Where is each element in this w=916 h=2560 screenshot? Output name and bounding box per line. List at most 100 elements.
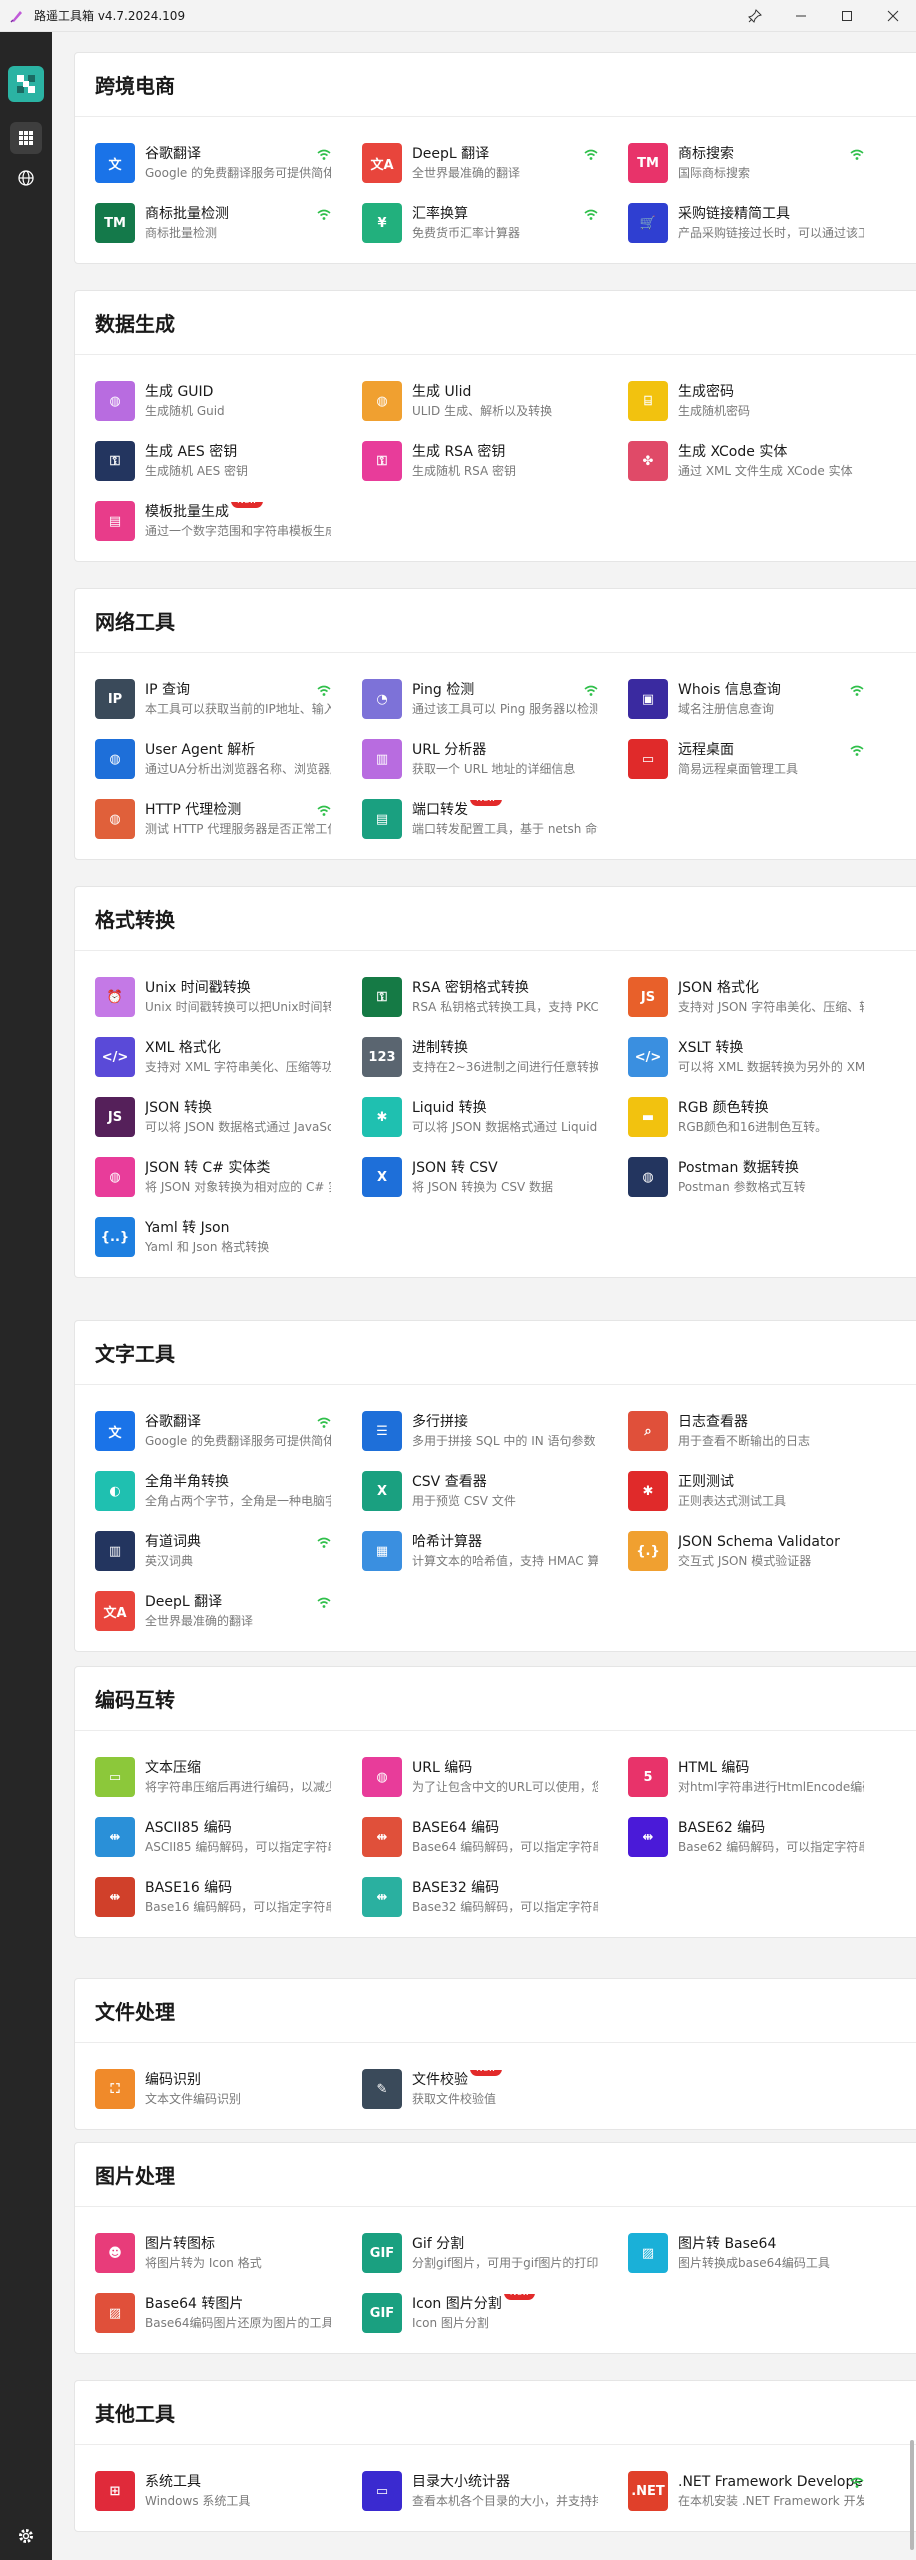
tool-item[interactable]: </> XSLT 转换 可以将 XML 数据转换为另外的 XML — [628, 1033, 868, 1081]
tool-item[interactable]: ⚿ 生成 RSA 密钥 生成随机 RSA 密钥 — [362, 437, 602, 485]
tool-item[interactable]: 文谷歌翻译 Google 的免费翻译服务可提供简体中文 — [95, 139, 335, 187]
tool-item[interactable]: ⊞ 系统工具 Windows 系统工具 — [95, 2467, 335, 2515]
tool-icon: ◔ — [362, 679, 402, 719]
tool-description: 支持在2~36进制之间进行任意转换 — [412, 1060, 598, 1074]
globe-icon[interactable] — [10, 162, 42, 194]
tool-item[interactable]: ⇹ BASE64 编码 Base64 编码解码，可以指定字符串编码 — [362, 1813, 602, 1861]
tool-item[interactable]: {.} JSON Schema Validator 交互式 JSON 模式验证器 — [628, 1527, 868, 1575]
tool-item[interactable]: JS JSON 转换可以将 JSON 数据格式通过 JavaScript — [95, 1093, 335, 1141]
tool-item[interactable]: ⇹ BASE62 编码 Base62 编码解码，可以指定字符串编码 — [628, 1813, 868, 1861]
tool-item[interactable]: ▭ 目录大小统计器 查看本机各个目录的大小，并支持排序 — [362, 2467, 602, 2515]
tool-item[interactable]: ◍ Postman 数据转换 Postman 参数格式互转 — [628, 1153, 868, 1201]
tool-item[interactable]: ◔ Ping 检测 通过该工具可以 Ping 服务器以检测 — [362, 675, 602, 723]
scrollbar-thumb[interactable] — [910, 2440, 914, 2550]
tool-icon: ▬ — [628, 1097, 668, 1137]
tool-item[interactable]: 文谷歌翻译 Google 的免费翻译服务可提供简体中文 — [95, 1407, 335, 1455]
section-file: 文件处理 ⛶ 编码识别文本文件编码识别 ✎ 文件校验New 获取文件校验值 — [74, 1978, 916, 2130]
tool-item[interactable]: ▤ 模板批量生成New 通过一个数字范围和字符串模板生成 — [95, 497, 335, 545]
wifi-icon — [850, 2474, 864, 2493]
tool-item[interactable]: ⏰ Unix 时间戳转换 Unix 时间戳转换可以把Unix时间转换 — [95, 973, 335, 1021]
maximize-button[interactable] — [824, 0, 870, 32]
pin-icon[interactable] — [732, 0, 778, 32]
tool-description: 正则表达式测试工具 — [678, 1494, 787, 1508]
minimize-button[interactable] — [778, 0, 824, 32]
tool-item[interactable]: ☰ 多行拼接 多用于拼接 SQL 中的 IN 语句参数 — [362, 1407, 602, 1455]
tool-item[interactable]: .NET .NET Framework Developer Pack 在本机安装 .… — [628, 2467, 868, 2515]
tool-description: 生成随机 AES 密钥 — [145, 464, 249, 478]
tool-name: User Agent 解析 — [145, 740, 331, 760]
close-button[interactable] — [870, 0, 916, 32]
tool-item[interactable]: ▨ 图片转 Base64 图片转换成base64编码工具 — [628, 2229, 868, 2277]
settings-gear-icon[interactable] — [10, 2520, 42, 2552]
tool-item[interactable]: ✤ 生成 XCode 实体 通过 XML 文件生成 XCode 实体 — [628, 437, 868, 485]
tool-name: DeepL 翻译 — [145, 1592, 331, 1612]
tool-item[interactable]: ▤ 端口转发New 端口转发配置工具，基于 netsh 命令 — [362, 795, 602, 843]
tool-name-text: JSON Schema Validator — [678, 1534, 840, 1550]
tool-item[interactable]: 5 HTML 编码 对html字符串进行HtmlEncode编码 — [628, 1753, 868, 1801]
tool-item[interactable]: GIFIcon 图片分割NewIcon 图片分割 — [362, 2289, 602, 2337]
tool-item[interactable]: 🛒 采购链接精简工具 产品采购链接过长时，可以通过该工具 — [628, 199, 868, 247]
tool-item[interactable]: ⇹ ASCII85 编码 ASCII85 编码解码，可以指定字符串编码 — [95, 1813, 335, 1861]
tool-item[interactable]: ◍ 生成 Ulid ULID 生成、解析以及转换 — [362, 377, 602, 425]
tool-item[interactable]: ▥ 有道词典 英汉词典 — [95, 1527, 335, 1575]
tool-item[interactable]: ▭ 文本压缩将字符串压缩后再进行编码，以减少文本 — [95, 1753, 335, 1801]
tool-item[interactable]: ▣ Whois 信息查询 域名注册信息查询 — [628, 675, 868, 723]
tool-item[interactable]: ▦ 哈希计算器 计算文本的哈希值，支持 HMAC 算法 — [362, 1527, 602, 1575]
tool-item[interactable]: TM 商标搜索 国际商标搜索 — [628, 139, 868, 187]
tool-item[interactable]: ☻ 图片转图标 将图片转为 Icon 格式 — [95, 2229, 335, 2277]
tool-description: Base32 编码解码，可以指定字符串编码 — [412, 1900, 598, 1914]
tool-item[interactable]: ✎ 文件校验New 获取文件校验值 — [362, 2065, 602, 2113]
tool-item[interactable]: ⛶ 编码识别 文本文件编码识别 — [95, 2065, 335, 2113]
tool-item[interactable]: TM 商标批量检测 商标批量检测 — [95, 199, 335, 247]
tool-item[interactable]: GIF Gif 分割 分割gif图片，可用于gif图片的打印 — [362, 2229, 602, 2277]
tool-item[interactable]: ⚿ 生成 AES 密钥 生成随机 AES 密钥 — [95, 437, 335, 485]
tool-item[interactable]: ⌕ 日志查看器 用于查看不断输出的日志 — [628, 1407, 868, 1455]
apps-grid-icon[interactable] — [10, 122, 42, 154]
tool-description: 全世界最准确的翻译 — [145, 1614, 254, 1628]
tool-name-text: RGB 颜色转换 — [678, 1100, 769, 1116]
tool-name-text: 模板批量生成 — [145, 504, 229, 520]
tool-name: RGB 颜色转换 — [678, 1098, 864, 1118]
tool-item[interactable]: </> XML 格式化 支持对 XML 字符串美化、压缩等功能 — [95, 1033, 335, 1081]
tool-item[interactable]: ▭ 远程桌面 简易远程桌面管理工具 — [628, 735, 868, 783]
tool-description: Yaml 和 Json 格式转换 — [145, 1240, 270, 1254]
tool-item[interactable]: ◍ URL 编码为了让包含中文的URL可以使用，您可以 — [362, 1753, 602, 1801]
tool-icon: ▤ — [362, 799, 402, 839]
new-badge: New — [503, 2294, 536, 2300]
tool-item[interactable]: ▨ Base64 转图片 Base64编码图片还原为图片的工具 — [95, 2289, 335, 2337]
tool-item[interactable]: ¥ 汇率换算 免费货币汇率计算器 — [362, 199, 602, 247]
tool-item[interactable]: JS JSON 格式化 支持对 JSON 字符串美化、压缩、转义 — [628, 973, 868, 1021]
tool-name: IP 查询 — [145, 680, 331, 700]
tool-item[interactable]: ⇹ BASE32 编码 Base32 编码解码，可以指定字符串编码 — [362, 1873, 602, 1921]
tool-item[interactable]: ✱ Liquid 转换可以将 JSON 数据格式通过 Liquid 转换 — [362, 1093, 602, 1141]
tool-item[interactable]: ◍ JSON 转 C# 实体类将 JSON 对象转换为相对应的 C# 实体 — [95, 1153, 335, 1201]
tool-name: 有道词典 — [145, 1532, 331, 1552]
tool-item[interactable]: ◍ HTTP 代理检测 测试 HTTP 代理服务器是否正常工作 — [95, 795, 335, 843]
tool-name-text: 有道词典 — [145, 1534, 201, 1550]
tool-name-text: Yaml 转 Json — [145, 1220, 230, 1236]
tool-item[interactable]: ⌸ 生成密码 生成随机密码 — [628, 377, 868, 425]
section-title: 图片处理 — [95, 2164, 175, 2188]
tool-item[interactable]: ▬ RGB 颜色转换 RGB颜色和16进制色互转。 — [628, 1093, 868, 1141]
tool-item[interactable]: ✱ 正则测试 正则表达式测试工具 — [628, 1467, 868, 1515]
section-title: 编码互转 — [95, 1688, 175, 1712]
tool-icon: </> — [95, 1037, 135, 1077]
tool-item[interactable]: X JSON 转 CSV 将 JSON 转换为 CSV 数据 — [362, 1153, 602, 1201]
tool-name-text: 生成 XCode 实体 — [678, 444, 788, 460]
tool-item[interactable]: ◍ 生成 GUID 生成随机 Guid — [95, 377, 335, 425]
tool-item[interactable]: 文A DeepL 翻译 全世界最准确的翻译 — [95, 1587, 335, 1635]
tool-item[interactable]: IP IP 查询 本工具可以获取当前的IP地址、输入IP — [95, 675, 335, 723]
tool-item[interactable]: ⇹ BASE16 编码 Base16 编码解码，可以指定字符串编码 — [95, 1873, 335, 1921]
tool-description: Base16 编码解码，可以指定字符串编码 — [145, 1900, 331, 1914]
tool-item[interactable]: ◍ User Agent 解析通过UA分析出浏览器名称、浏览器版本 — [95, 735, 335, 783]
tool-item[interactable]: ◐ 全角半角转换 全角占两个字节，全角是一种电脑字符 — [95, 1467, 335, 1515]
tool-item[interactable]: 123 进制转换 支持在2~36进制之间进行任意转换 — [362, 1033, 602, 1081]
tool-item[interactable]: ⚿ RSA 密钥格式转换 RSA 私钥格式转换工具，支持 PKCS#1 — [362, 973, 602, 1021]
tool-description: 英汉词典 — [145, 1554, 194, 1568]
tool-item[interactable]: {..} Yaml 转 Json Yaml 和 Json 格式转换 — [95, 1213, 335, 1261]
tool-name: 图片转 Base64 — [678, 2234, 864, 2254]
tool-item[interactable]: ▥ URL 分析器 获取一个 URL 地址的详细信息 — [362, 735, 602, 783]
tool-item[interactable]: 文A DeepL 翻译 全世界最准确的翻译 — [362, 139, 602, 187]
tool-item[interactable]: X CSV 查看器 用于预览 CSV 文件 — [362, 1467, 602, 1515]
tool-name-text: BASE32 编码 — [412, 1880, 500, 1896]
